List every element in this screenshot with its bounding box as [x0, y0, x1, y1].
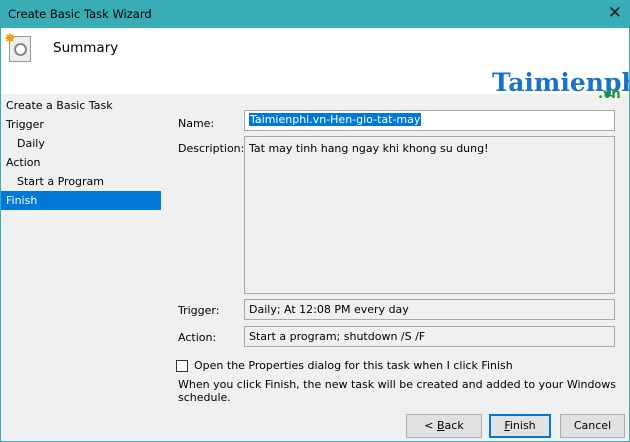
watermark-tld: .vn	[598, 87, 621, 102]
trigger-label: Trigger:	[178, 304, 220, 317]
page-title: Summary	[53, 40, 119, 56]
step-daily[interactable]: Daily	[1, 134, 161, 153]
description-input[interactable]: Tat may tinh hang ngay khi khong su dung…	[244, 136, 615, 294]
task-clock-icon: ✸	[4, 31, 31, 62]
name-input[interactable]: Taimienphi.vn-Hen-gio-tat-may	[244, 110, 615, 131]
action-label: Action:	[178, 331, 217, 344]
description-label: Description:	[178, 142, 245, 155]
open-properties-label[interactable]: Open the Properties dialog for this task…	[194, 359, 513, 372]
cancel-button[interactable]: Cancel	[560, 414, 625, 438]
action-field: Start a program; shutdown /S /F	[244, 326, 615, 347]
trigger-field: Daily; At 12:08 PM every day	[244, 299, 615, 320]
back-button[interactable]: < Back	[406, 414, 482, 438]
step-start-program[interactable]: Start a Program	[1, 172, 161, 191]
open-properties-checkbox[interactable]	[176, 360, 188, 372]
close-icon[interactable]: ✕	[608, 3, 622, 23]
info-text: When you click Finish, the new task will…	[178, 378, 616, 404]
step-create-basic-task[interactable]: Create a Basic Task	[1, 96, 161, 115]
title-bar: Create Basic Task Wizard ✕	[0, 0, 630, 28]
wizard-steps: Create a Basic Task Trigger Daily Action…	[1, 96, 161, 210]
finish-button[interactable]: Finish	[489, 414, 551, 438]
step-trigger[interactable]: Trigger	[1, 115, 161, 134]
name-label: Name:	[178, 117, 215, 130]
step-action[interactable]: Action	[1, 153, 161, 172]
name-value: Taimienphi.vn-Hen-gio-tat-may	[249, 113, 422, 126]
step-finish[interactable]: Finish	[1, 191, 161, 210]
window-title: Create Basic Task Wizard	[8, 7, 152, 21]
